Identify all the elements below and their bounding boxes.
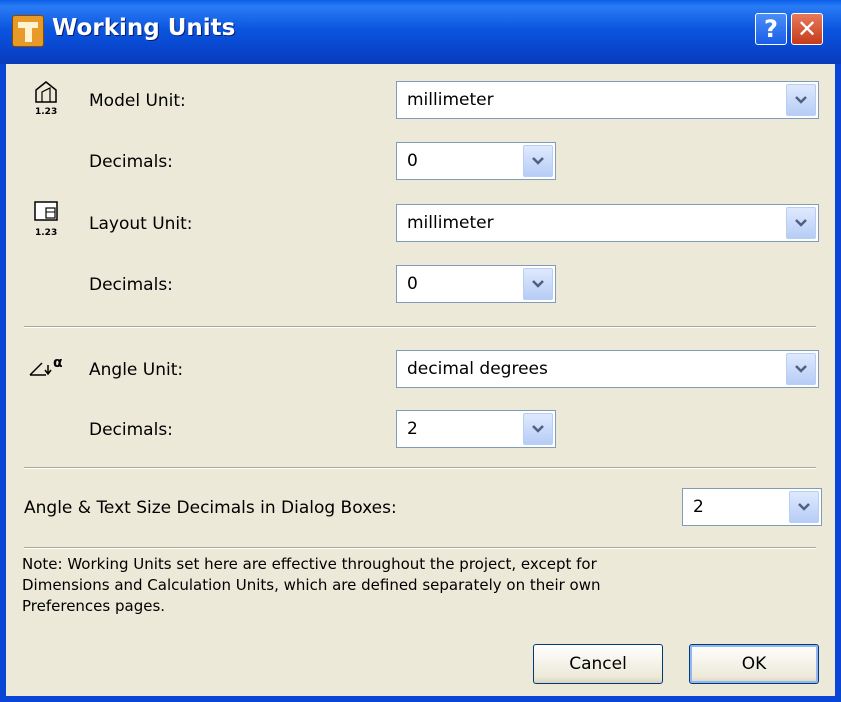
section-divider: [24, 326, 816, 328]
chevron-down-icon[interactable]: [523, 268, 553, 300]
dialog-title: Working Units: [52, 15, 236, 41]
angle-unit-select[interactable]: decimal degrees: [396, 350, 819, 388]
model-unit-value: millimeter: [407, 90, 494, 110]
model-unit-label: Model Unit:: [89, 91, 186, 111]
close-button[interactable]: ✕: [791, 13, 823, 45]
ok-button[interactable]: OK: [689, 644, 819, 684]
chevron-down-icon[interactable]: [786, 84, 816, 116]
angle-decimals-value: 2: [407, 419, 418, 439]
model-decimals-value: 0: [407, 151, 418, 171]
section-divider: [24, 547, 816, 549]
model-unit-icon: 1.23: [35, 81, 57, 116]
layout-decimals-select[interactable]: 0: [396, 265, 556, 303]
note-text: Note: Working Units set here are effecti…: [22, 555, 601, 615]
layout-unit-select[interactable]: millimeter: [396, 204, 819, 242]
svg-text:1.23: 1.23: [35, 107, 57, 116]
layout-decimals-label: Decimals:: [89, 275, 173, 295]
svg-text:α: α: [53, 355, 63, 371]
layout-unit-value: millimeter: [407, 213, 494, 233]
title-bar[interactable]: Working Units ? ✕: [0, 0, 841, 64]
chevron-down-icon[interactable]: [789, 491, 819, 523]
angle-unit-value: decimal degrees: [407, 359, 548, 379]
model-decimals-select[interactable]: 0: [396, 142, 556, 180]
working-units-dialog: Working Units ? ✕ 1.23 Model Unit: milli…: [0, 0, 841, 702]
dialog-body: 1.23 Model Unit: millimeter Decimals: 0 …: [6, 64, 835, 696]
chevron-down-icon[interactable]: [786, 353, 816, 385]
dialog-decimals-value: 2: [693, 497, 704, 517]
cancel-button[interactable]: Cancel: [533, 644, 663, 684]
layout-decimals-value: 0: [407, 274, 418, 294]
dialog-decimals-select[interactable]: 2: [682, 488, 822, 526]
angle-unit-label: Angle Unit:: [89, 360, 184, 380]
help-button[interactable]: ?: [755, 13, 787, 45]
angle-unit-icon: α: [29, 355, 63, 376]
layout-unit-icon: 1.23: [34, 201, 58, 238]
chevron-down-icon[interactable]: [523, 145, 553, 177]
app-icon: [12, 15, 44, 47]
section-divider: [24, 467, 816, 469]
model-unit-select[interactable]: millimeter: [396, 81, 819, 119]
angle-decimals-label: Decimals:: [89, 420, 173, 440]
layout-unit-label: Layout Unit:: [89, 214, 193, 234]
svg-text:1.23: 1.23: [35, 228, 57, 238]
chevron-down-icon[interactable]: [523, 413, 553, 445]
chevron-down-icon[interactable]: [786, 207, 816, 239]
angle-decimals-select[interactable]: 2: [396, 410, 556, 448]
dialog-decimals-label: Angle & Text Size Decimals in Dialog Box…: [24, 498, 397, 518]
model-decimals-label: Decimals:: [89, 152, 173, 172]
